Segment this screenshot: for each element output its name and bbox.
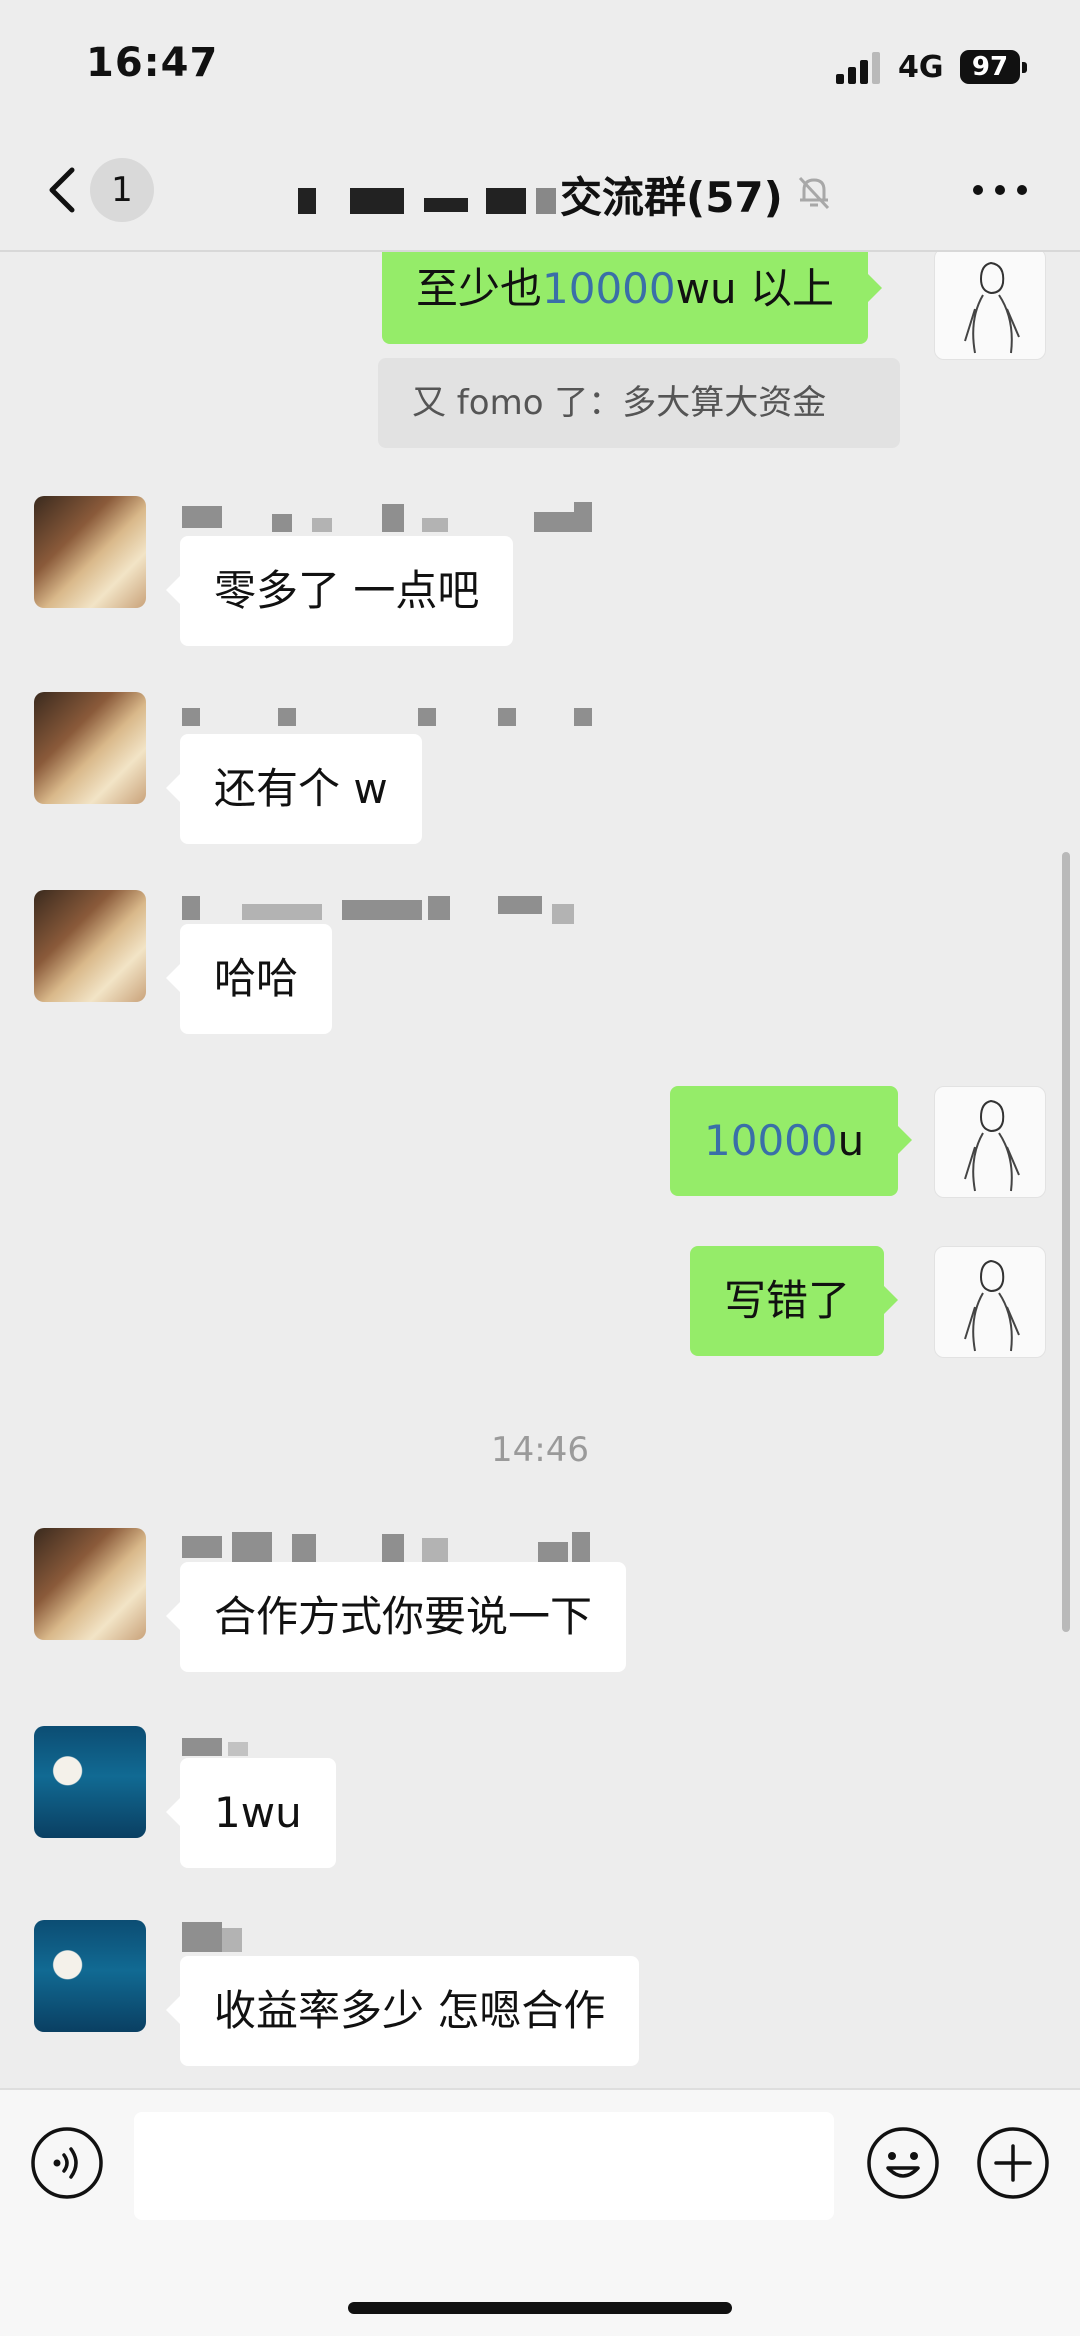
mute-bell-icon: [798, 176, 830, 210]
message-bubble[interactable]: 还有个 w: [166, 734, 422, 844]
signal-icon: [836, 52, 886, 84]
sender-name-redacted: [182, 698, 602, 738]
sketch-avatar-icon: [964, 1099, 1020, 1192]
message-bubble[interactable]: 合作方式你要说一下: [165, 1562, 627, 1672]
home-indicator[interactable]: [348, 2302, 732, 2314]
status-bar: 16:47 4G 97: [0, 0, 1080, 130]
message-bubble[interactable]: 哈哈: [165, 924, 333, 1034]
message-bubble[interactable]: 1wu: [166, 1758, 336, 1868]
sender-avatar[interactable]: [34, 890, 146, 1002]
sender-name-redacted: [182, 498, 612, 538]
status-time: 16:47: [86, 40, 219, 86]
sender-avatar[interactable]: [34, 1920, 146, 2032]
back-chevron-icon[interactable]: [40, 160, 90, 220]
sender-avatar[interactable]: [34, 692, 146, 804]
sender-name-redacted: [182, 1918, 282, 1958]
sketch-avatar-icon: [964, 261, 1020, 354]
network-type: 4G: [898, 50, 944, 85]
quoted-message[interactable]: 又 fomo 了：多大算大资金: [378, 358, 900, 448]
timestamp: 14:46: [491, 1430, 589, 1470]
member-count: (57): [686, 173, 783, 222]
battery-icon: 97: [960, 50, 1027, 84]
input-bar: [0, 2088, 1080, 2336]
sender-avatar[interactable]: [34, 496, 146, 608]
my-avatar[interactable]: [934, 1086, 1046, 1198]
my-avatar[interactable]: [934, 252, 1046, 360]
chat-scrollbar[interactable]: [1062, 852, 1070, 1632]
message-input[interactable]: [134, 2112, 834, 2220]
plus-icon[interactable]: [976, 2126, 1050, 2200]
chat-title: 交流群(57): [560, 164, 783, 225]
voice-icon[interactable]: [30, 2126, 104, 2200]
message-bubble[interactable]: 零多了 一点吧: [165, 536, 514, 646]
sketch-avatar-icon: [964, 1259, 1020, 1352]
chat-header: 1 交流群(57): [0, 130, 1080, 250]
chat-title-text: 交流群: [560, 173, 687, 222]
title-redacted: [298, 178, 560, 218]
message-bubble[interactable]: 10000u: [670, 1086, 913, 1196]
message-bubble[interactable]: 写错了: [690, 1246, 899, 1356]
sender-avatar[interactable]: [34, 1726, 146, 1838]
my-avatar[interactable]: [934, 1246, 1046, 1358]
emoji-icon[interactable]: [866, 2126, 940, 2200]
sender-avatar[interactable]: [34, 1528, 146, 1640]
chat-area[interactable]: 至少也10000wu 以上 又 fomo 了：多大算大资金 零多了 一点吧 还有…: [0, 252, 1080, 2088]
more-icon[interactable]: [970, 170, 1030, 210]
unread-badge[interactable]: 1: [90, 158, 154, 222]
message-bubble[interactable]: 至少也10000wu 以上: [382, 252, 882, 344]
message-bubble[interactable]: 收益率多少 怎嗯合作: [165, 1956, 640, 2066]
